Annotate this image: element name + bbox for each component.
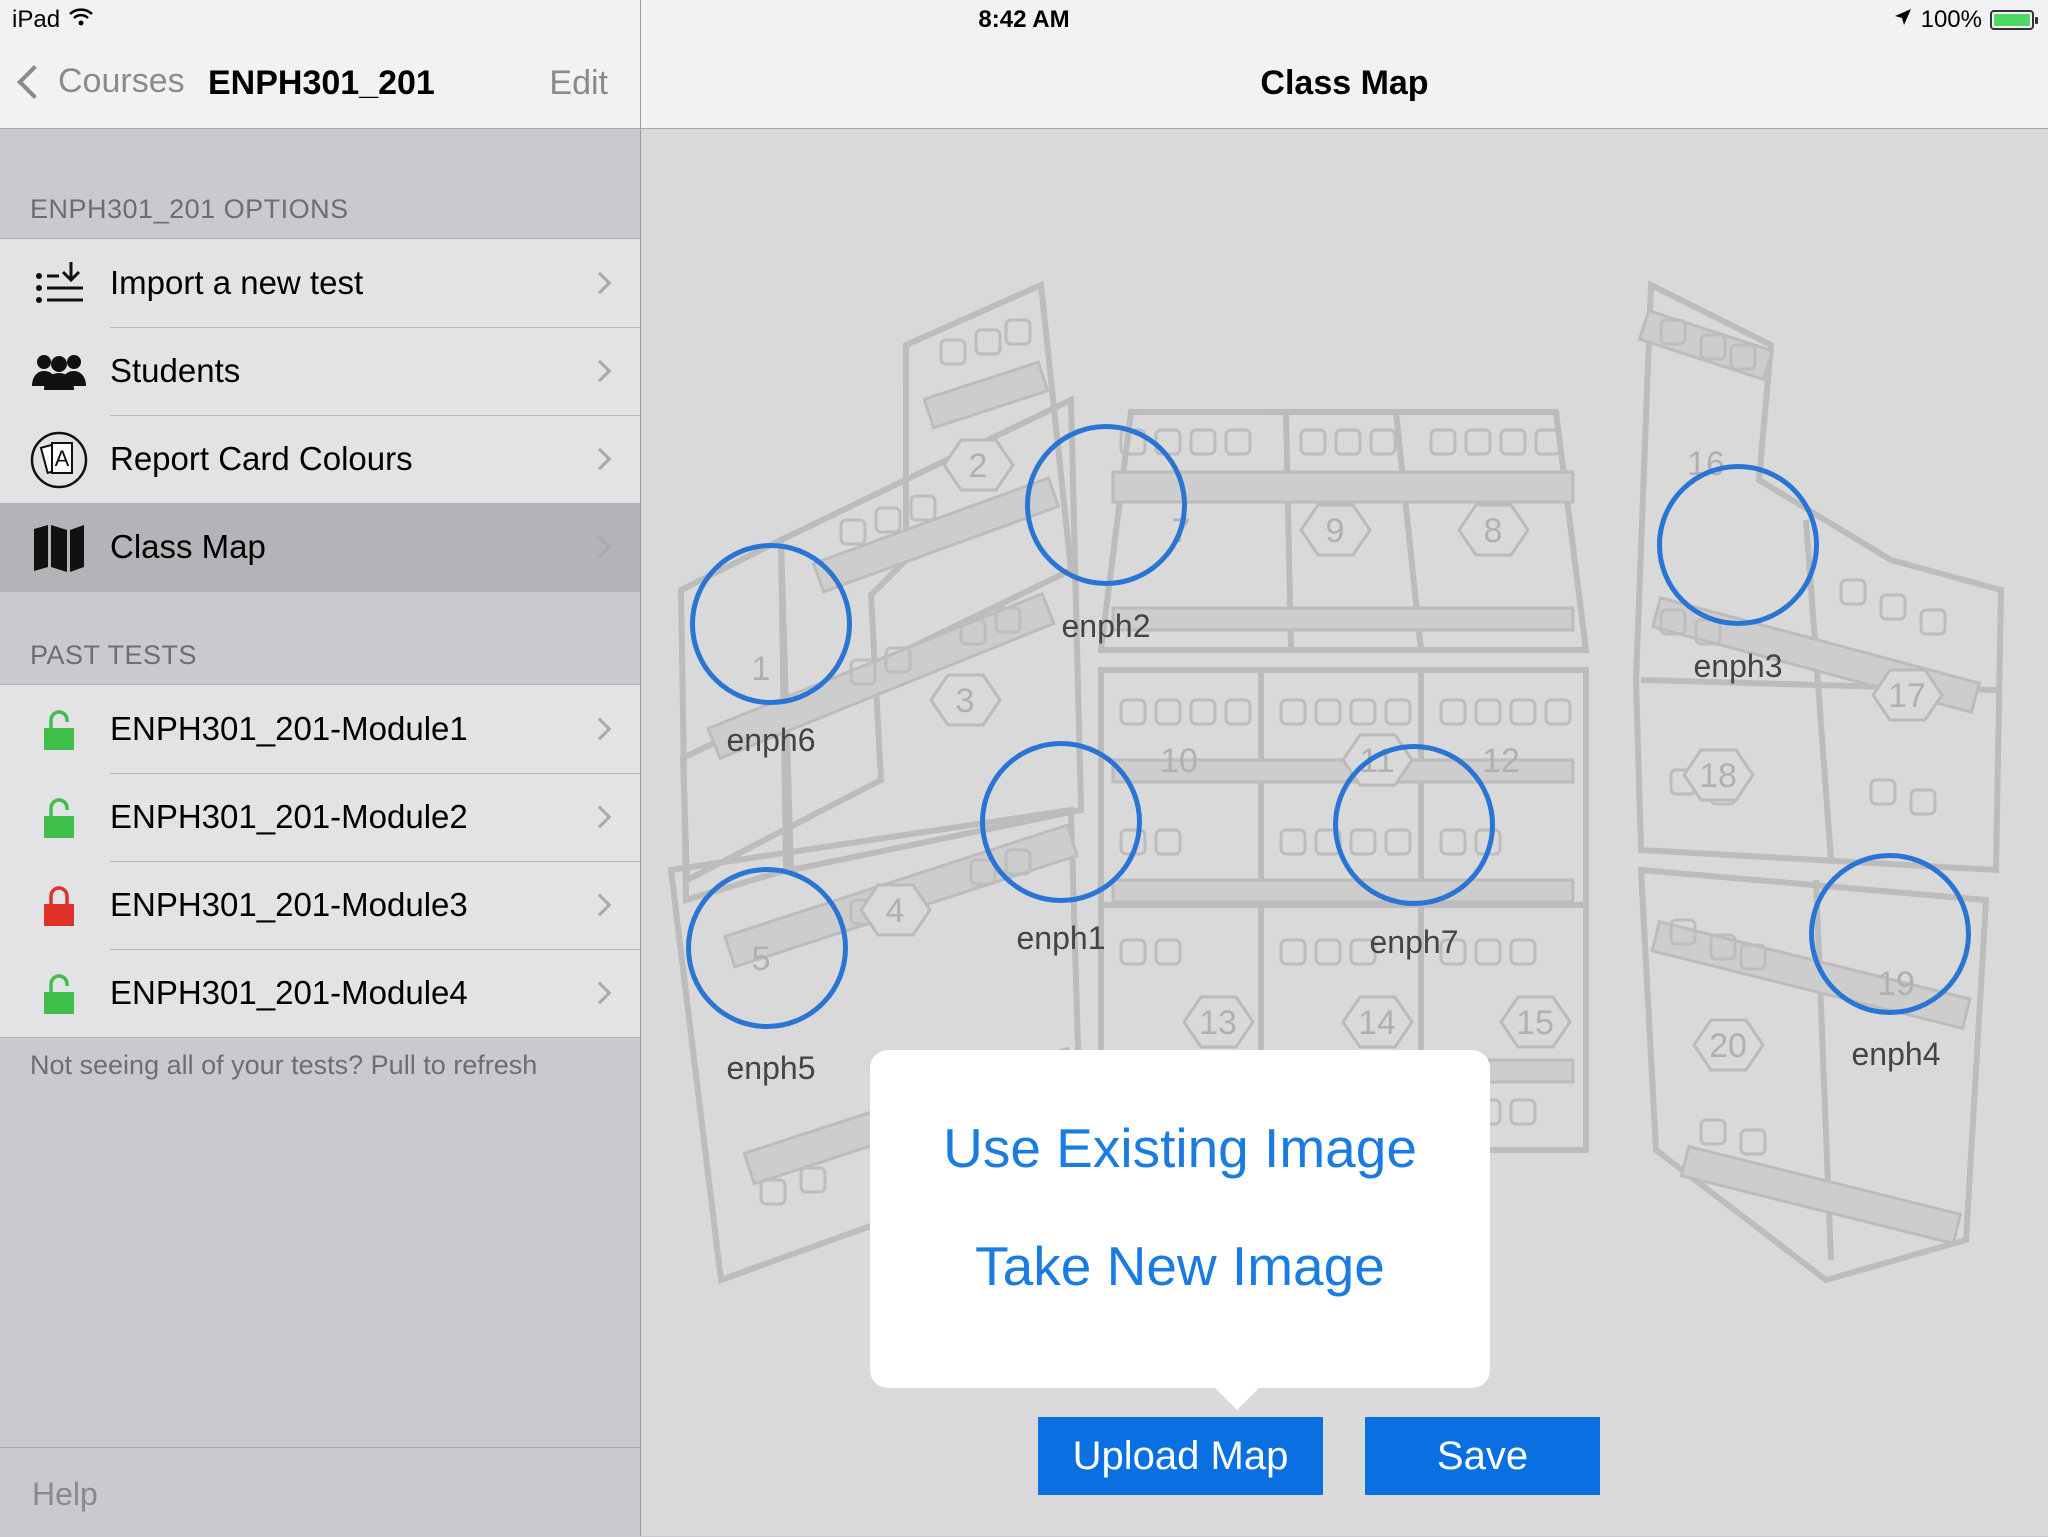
- seat-marker-enph5[interactable]: [686, 867, 848, 1029]
- popover-arrow: [1215, 1388, 1259, 1410]
- past-tests-list: ENPH301_201-Module1 ENPH301_201-Module2 …: [0, 684, 640, 1038]
- option-label: Students: [110, 352, 241, 389]
- chevron-right-icon: [588, 893, 612, 917]
- table-number: 20: [1709, 1027, 1747, 1065]
- table-number: 9: [1326, 512, 1345, 550]
- past-test-label: ENPH301_201-Module4: [110, 974, 468, 1011]
- back-button[interactable]: Courses: [14, 62, 185, 101]
- options-list: Import a new test Students A Report Card…: [0, 238, 640, 592]
- seat-marker-enph3[interactable]: [1657, 464, 1819, 626]
- students-icon: [28, 347, 90, 397]
- device-name: iPad: [12, 6, 61, 33]
- option-import-test[interactable]: Import a new test: [0, 239, 640, 327]
- table-number: 8: [1484, 512, 1503, 550]
- table-number: 2: [969, 447, 988, 485]
- seat-marker-enph6[interactable]: [690, 543, 852, 705]
- sidebar-title: ENPH301_201: [208, 64, 435, 102]
- take-new-image-button[interactable]: Take New Image: [870, 1234, 1490, 1298]
- unlocked-padlock-icon: [28, 705, 90, 755]
- past-test-item[interactable]: ENPH301_201-Module2: [0, 773, 640, 861]
- seat-marker-enph1[interactable]: [980, 741, 1142, 903]
- seat-label: enph4: [1851, 1036, 1941, 1072]
- svg-text:A: A: [55, 446, 70, 471]
- seat-marker-enph7[interactable]: [1333, 744, 1495, 906]
- battery-percent: 100%: [1920, 6, 1982, 33]
- table-number: 3: [956, 682, 975, 720]
- refresh-hint: Not seeing all of your tests? Pull to re…: [30, 1050, 538, 1080]
- wifi-icon: [68, 6, 94, 34]
- options-section-header: ENPH301_201 OPTIONS: [30, 194, 349, 224]
- seat-label: enph5: [726, 1050, 816, 1086]
- edit-button[interactable]: Edit: [549, 64, 608, 103]
- seat-marker-enph4[interactable]: [1809, 853, 1971, 1015]
- seat-label: enph6: [726, 722, 816, 758]
- help-bar: Help: [0, 1447, 640, 1537]
- table-number: 14: [1358, 1004, 1396, 1042]
- back-label: Courses: [58, 62, 185, 100]
- table-number: 18: [1699, 757, 1737, 795]
- option-report-card-colours[interactable]: A Report Card Colours: [0, 415, 640, 503]
- table-number: 10: [1160, 742, 1198, 780]
- past-test-item[interactable]: ENPH301_201-Module3: [0, 861, 640, 949]
- use-existing-image-button[interactable]: Use Existing Image: [870, 1116, 1490, 1180]
- seat-label: enph3: [1693, 648, 1783, 684]
- chevron-right-icon: [588, 805, 612, 829]
- option-label: Report Card Colours: [110, 440, 413, 477]
- option-label: Class Map: [110, 528, 266, 565]
- battery-icon: [1990, 10, 2038, 30]
- upload-options-popover: Use Existing Image Take New Image: [870, 1050, 1490, 1410]
- report-card-icon: A: [28, 431, 90, 489]
- chevron-right-icon: [588, 717, 612, 741]
- table-number: 17: [1888, 677, 1926, 715]
- table-number: 12: [1482, 742, 1520, 780]
- table-number: 13: [1199, 1004, 1237, 1042]
- import-list-icon: [28, 259, 90, 309]
- past-test-item[interactable]: ENPH301_201-Module4: [0, 949, 640, 1037]
- status-bar: 8:42 AM iPad 100%: [0, 0, 2048, 40]
- seat-label: enph2: [1061, 608, 1151, 644]
- seat-label: enph7: [1369, 924, 1459, 960]
- chevron-right-icon: [588, 271, 612, 295]
- seat-label: enph1: [1016, 920, 1106, 956]
- chevron-right-icon: [588, 981, 612, 1005]
- upload-map-button[interactable]: Upload Map: [1038, 1417, 1323, 1495]
- chevron-right-icon: [588, 447, 612, 471]
- unlocked-padlock-icon: [28, 969, 90, 1019]
- option-label: Import a new test: [110, 264, 364, 301]
- chevron-left-icon: [17, 64, 51, 99]
- chevron-right-icon: [588, 359, 612, 383]
- chevron-right-icon: [588, 535, 612, 559]
- past-tests-section-header: PAST TESTS: [30, 640, 198, 670]
- past-test-item[interactable]: ENPH301_201-Module1: [0, 685, 640, 773]
- save-button[interactable]: Save: [1365, 1417, 1600, 1495]
- sidebar: Courses ENPH301_201 Edit ENPH301_201 OPT…: [0, 0, 641, 1537]
- status-time: 8:42 AM: [978, 6, 1070, 33]
- table-number: 15: [1516, 1004, 1554, 1042]
- past-test-label: ENPH301_201-Module3: [110, 886, 468, 923]
- help-button[interactable]: Help: [32, 1476, 98, 1513]
- past-test-label: ENPH301_201-Module2: [110, 798, 468, 835]
- map-icon: [28, 523, 90, 573]
- past-test-label: ENPH301_201-Module1: [110, 710, 468, 747]
- seat-marker-enph2[interactable]: [1025, 424, 1187, 586]
- table-number: 4: [886, 892, 905, 930]
- locked-padlock-icon: [28, 881, 90, 931]
- unlocked-padlock-icon: [28, 793, 90, 843]
- option-class-map[interactable]: Class Map: [0, 503, 640, 591]
- option-students[interactable]: Students: [0, 327, 640, 415]
- location-arrow-icon: [1893, 6, 1913, 34]
